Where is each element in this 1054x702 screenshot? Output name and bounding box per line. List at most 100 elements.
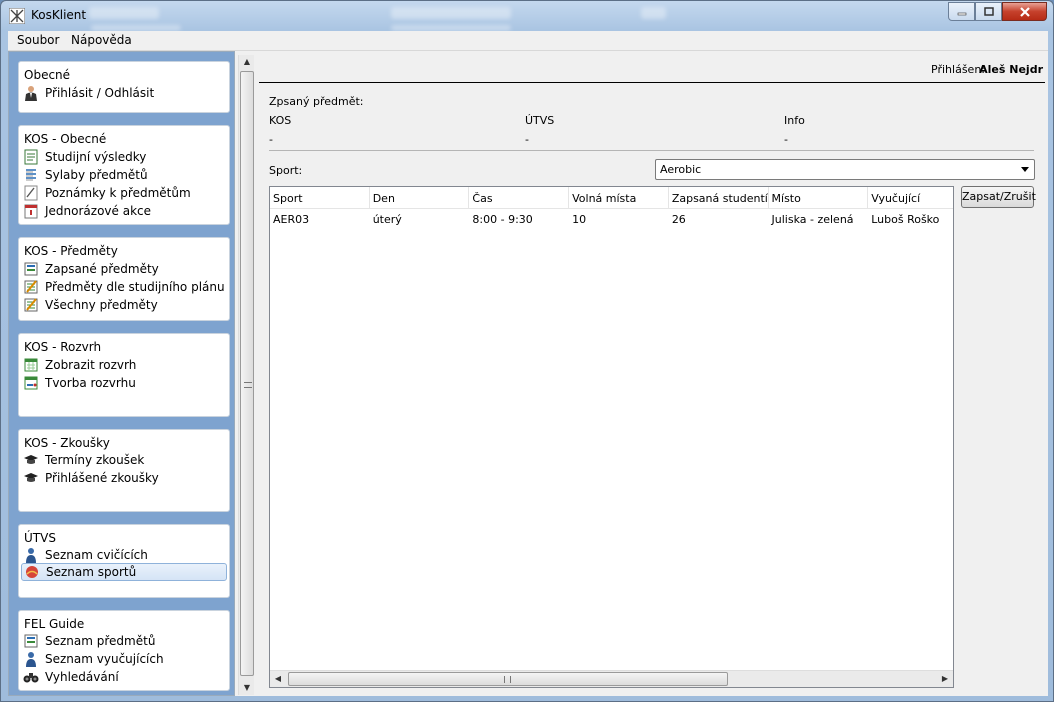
window-title: KosKlient [31,8,87,22]
user-icon [23,85,39,101]
person-icon [23,547,39,563]
maximize-button[interactable] [975,2,1002,21]
results-icon [23,149,39,165]
sidebar-item-label: Jednorázové akce [45,204,151,218]
event-icon [23,203,39,219]
sidebar-item-terminy-zkousek[interactable]: Termíny zkoušek [23,451,227,469]
column-header[interactable]: Zapsaná studentí [669,187,769,209]
calendar-icon [23,357,39,373]
info-label: Info [784,114,805,127]
group-kos-rozvrh: KOS - Rozvrh Zobrazit rozvrh Tvorba rozv… [18,333,230,417]
graduation-cap-icon [23,452,39,468]
title-bar[interactable]: KosKlient [1,1,1053,31]
sidebar-scrollbar[interactable]: ▲ ▼ [238,55,254,695]
table-row[interactable]: AER03 úterý 8:00 - 9:30 10 26 Juliska - … [270,210,953,230]
utvs-label: ÚTVS [525,114,555,127]
sidebar-item-seznam-vyucujicich[interactable]: Seznam vyučujících [23,650,227,668]
table-cell: úterý [372,213,402,226]
sidebar-item-label: Vyhledávání [45,670,119,684]
column-header[interactable]: Sport [270,187,370,209]
binoculars-icon [23,669,39,685]
app-icon [9,8,25,24]
sport-label: Sport: [269,164,303,177]
table-cell: 26 [671,213,686,226]
enroll-cancel-button[interactable]: Zapsat/Zrušit [961,186,1036,208]
column-header[interactable]: Místo [769,187,869,209]
sidebar-item-login[interactable]: Přihlásit / Odhlásit [23,84,227,102]
group-title: Obecné [24,68,71,82]
sidebar-item-tvorba-rozvrhu[interactable]: Tvorba rozvrhu [23,374,227,392]
list-icon [23,633,39,649]
list-icon [23,261,39,277]
navigation-panel: Obecné Přihlásit / Odhlásit KOS - Obecné… [8,51,235,696]
sidebar-item-label: Poznámky k předmětům [45,186,191,200]
scroll-right-icon[interactable]: ▶ [937,671,953,687]
sidebar-item-label: Seznam cvičících [45,548,148,562]
close-button[interactable] [1002,2,1047,21]
graduation-cap-icon [23,470,39,486]
sidebar-item-prihlasene-zkousky[interactable]: Přihlášené zkoušky [23,469,227,487]
client-area: Obecné Přihlásit / Odhlásit KOS - Obecné… [8,51,1048,696]
sidebar-item-label: Termíny zkoušek [45,453,145,467]
sidebar-item-label: Seznam předmětů [45,634,156,648]
group-kos-obecne: KOS - Obecné Studijní výsledky Sylaby př… [18,125,230,225]
sidebar-item-seznam-cvicicich[interactable]: Seznam cvičících [23,546,227,564]
sidebar-item-zapsane-predmety[interactable]: Zapsané předměty [23,260,227,278]
sidebar-item-vyhledavani[interactable]: Vyhledávání [23,668,227,686]
sidebar-item-label: Zobrazit rozvrh [45,358,137,372]
column-header[interactable]: Vyučující [868,187,953,209]
sidebar-item-vsechny-predmety[interactable]: Všechny předměty [23,296,227,314]
main-content: Přihlášen: Aleš Nejdr Zpsaný předmět: KO… [259,53,1045,693]
sidebar-item-poznamky[interactable]: Poznámky k předmětům [23,184,227,202]
scrollbar-thumb[interactable] [240,71,254,676]
sport-select-value: Aerobic [660,163,702,176]
group-title: KOS - Předměty [24,244,118,258]
sidebar-item-label: Předměty dle studijního plánu [45,280,225,294]
minimize-button[interactable] [948,2,975,21]
close-icon [1019,6,1030,17]
enrolled-subject-label: Zpsaný předmět: [269,95,364,108]
sports-table: Sport Den Čas Volná místa Zapsaná studen… [269,186,954,688]
table-header: Sport Den Čas Volná místa Zapsaná studen… [270,187,953,209]
sport-select[interactable]: Aerobic [655,159,1035,180]
sidebar-item-label: Sylaby předmětů [45,168,148,182]
sidebar-item-label: Studijní výsledky [45,150,147,164]
table-cell: Juliska - zelená [771,213,854,226]
sidebar-item-zobrazit-rozvrh[interactable]: Zobrazit rozvrh [23,356,227,374]
sidebar-item-sylaby[interactable]: Sylaby předmětů [23,166,227,184]
table-hscrollbar[interactable]: ◀ ▶ [270,670,953,687]
table-cell: Luboš Roško [871,213,940,226]
plan-icon [23,279,39,295]
info-value: - [784,133,788,146]
scroll-left-icon[interactable]: ◀ [270,671,286,687]
scrollbar-thumb[interactable] [288,672,728,686]
group-obecne: Obecné Přihlásit / Odhlásit [18,61,230,113]
group-title: ÚTVS [24,531,56,545]
menu-napoveda[interactable]: Nápověda [71,33,132,47]
group-fel-guide: FEL Guide Seznam předmětů Seznam vyučují… [18,610,230,691]
sidebar-item-studijni-vysledky[interactable]: Studijní výsledky [23,148,227,166]
sidebar-item-jednorazove-akce[interactable]: Jednorázové akce [23,202,227,220]
grip-icon [504,676,511,683]
scroll-up-icon[interactable]: ▲ [239,55,255,69]
section-divider [269,150,1034,151]
scroll-down-icon[interactable]: ▼ [239,681,255,695]
group-utvs: ÚTVS Seznam cvičících Seznam sportů [18,524,230,598]
plan-icon [23,297,39,313]
sidebar-item-seznam-sportu[interactable]: Seznam sportů [21,563,227,581]
sidebar-item-label: Seznam vyučujících [45,652,164,666]
syllabus-icon [23,167,39,183]
sidebar-item-predmety-dle-planu[interactable]: Předměty dle studijního plánu [23,278,227,296]
header-divider [259,82,1045,83]
app-window: KosKlient Soubor Nápověda Obecné Přihlás… [0,0,1054,702]
sidebar-item-label: Přihlášené zkoušky [45,471,159,485]
sidebar-item-seznam-predmetu[interactable]: Seznam předmětů [23,632,227,650]
sidebar-item-label: Zapsané předměty [45,262,159,276]
login-label: Přihlášen: [931,63,985,76]
column-header[interactable]: Den [370,187,470,209]
column-header[interactable]: Čas [469,187,570,209]
group-kos-zkousky: KOS - Zkoušky Termíny zkoušek Přihlášené… [18,429,230,512]
group-title: FEL Guide [24,617,85,631]
column-header[interactable]: Volná místa [569,187,669,209]
menu-soubor[interactable]: Soubor [17,33,59,47]
